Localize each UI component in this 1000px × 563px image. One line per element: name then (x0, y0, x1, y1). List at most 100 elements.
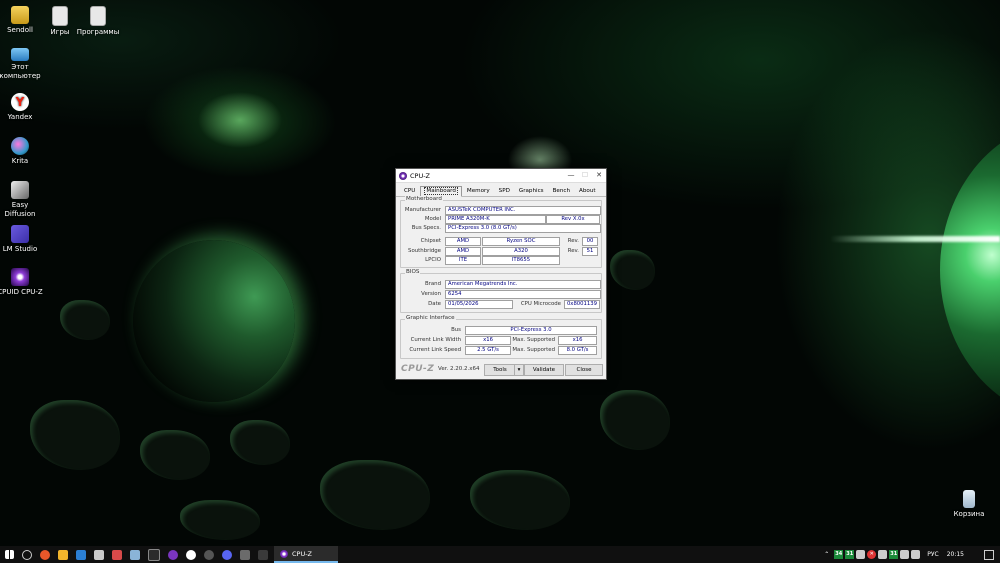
gi-max-speed-value: 8.0 GT/s (558, 346, 597, 355)
tools-button[interactable]: Tools (484, 364, 516, 376)
southbridge-name-value: A320 (482, 247, 560, 256)
manufacturer-label: Manufacturer (404, 207, 441, 213)
tray-temp-indicator[interactable]: 31 (889, 550, 899, 559)
desktop-icon-krita[interactable]: Krita (0, 137, 44, 166)
app-icon[interactable] (130, 549, 140, 560)
minimize-icon[interactable]: — (564, 169, 578, 182)
yandex-icon[interactable] (186, 549, 196, 560)
file-explorer-icon[interactable] (58, 549, 68, 560)
desktop-icon-label: LM Studio (2, 245, 38, 253)
desktop-icon-label: Программы (76, 28, 120, 36)
wallpaper-planet-right (940, 120, 1000, 420)
desktop-icon-easy-diffusion[interactable]: Easy Diffusion (0, 181, 44, 219)
app-icon[interactable] (94, 549, 104, 560)
southbridge-rev-label: Rev. (567, 248, 579, 254)
desktop-icon-yandex[interactable]: Y Yandex (0, 93, 44, 122)
cpuz-window[interactable]: CPU-Z — ☐ ✕ CPU Mainboard Memory SPD Gra… (395, 168, 607, 380)
bios-brand-label: Brand (424, 281, 441, 287)
wallpaper-asteroid (470, 470, 570, 530)
network-icon[interactable] (900, 550, 910, 559)
tray-overflow-icon[interactable]: ⌃ (824, 551, 829, 558)
language-indicator[interactable]: РУС (927, 551, 938, 558)
wallpaper-asteroid (320, 460, 430, 530)
app-icon[interactable] (112, 549, 122, 560)
tray-temp-indicator[interactable]: 34 (834, 550, 844, 559)
tab-spd[interactable]: SPD (495, 186, 514, 197)
cpuz-titlebar[interactable]: CPU-Z — ☐ ✕ (396, 169, 606, 183)
bios-date-value: 01/05/2026 (445, 300, 513, 309)
cpu-microcode-value: 0x8001139 (564, 300, 600, 309)
gi-bus-label: Bus (451, 327, 461, 333)
tray-app-icon[interactable] (856, 550, 866, 559)
desktop-icon-label: CPUID CPU-Z (0, 288, 43, 296)
model-value: PRIME A320M-K (445, 215, 546, 224)
bus-specs-value: PCI-Express 3.0 (8.0 GT/s) (445, 224, 601, 233)
file-shortcut-icon (52, 6, 68, 26)
maximize-icon[interactable]: ☐ (578, 169, 592, 182)
wallpaper-asteroid (600, 390, 670, 450)
cpuz-footer: CPU-Z Ver. 2.20.2.x64 Tools ▾ Validate C… (396, 363, 606, 377)
desktop-icon-recycle-bin[interactable]: Корзина (945, 490, 993, 519)
gi-link-width-label: Current Link Width (410, 337, 461, 343)
cpu-microcode-label: CPU Microcode (520, 301, 561, 307)
gi-link-speed-label: Current Link Speed (409, 347, 461, 353)
gi-max-width-label: Max. Supported (512, 337, 555, 343)
graphic-interface-group: Graphic Interface Bus PCI-Express 3.0 Cu… (400, 315, 602, 359)
bios-version-value: 6254 (445, 290, 601, 299)
gi-max-width-value: x16 (558, 336, 597, 345)
app-icon[interactable] (76, 549, 86, 560)
taskbar-task-cpuz[interactable]: CPU-Z (274, 546, 338, 563)
tab-memory[interactable]: Memory (463, 186, 494, 197)
wallpaper-asteroid (60, 300, 110, 340)
lpcio-vendor-value: ITE (445, 256, 481, 265)
bios-group: BIOS Brand American Megatrends Inc. Vers… (400, 269, 602, 313)
validate-button[interactable]: Validate (524, 364, 564, 376)
bios-brand-value: American Megatrends Inc. (445, 280, 601, 289)
chipset-rev-label: Rev. (567, 238, 579, 244)
krita-icon (11, 137, 29, 155)
app-icon[interactable] (148, 548, 160, 561)
tools-dropdown-arrow[interactable]: ▾ (514, 364, 524, 376)
taskbar-task-label: CPU-Z (292, 549, 313, 558)
chipset-vendor-value: AMD (445, 237, 481, 246)
close-icon[interactable]: ✕ (592, 169, 606, 182)
lpcio-name-value: IT8655 (482, 256, 560, 265)
clock[interactable]: 20:15 (947, 551, 964, 558)
chipset-name-value: Ryzen SOC (482, 237, 560, 246)
desktop-icon-label: Yandex (7, 113, 33, 121)
close-button[interactable]: Close (565, 364, 603, 376)
app-icon[interactable] (222, 549, 232, 560)
desktop-icon-this-pc[interactable]: Этот компьютер (0, 48, 44, 81)
app-icon[interactable] (204, 549, 214, 560)
desktop-icon-programs[interactable]: Программы (74, 6, 122, 37)
app-icon[interactable] (240, 549, 250, 560)
tray-temp-indicator[interactable]: 31 (845, 550, 855, 559)
tab-bar: CPU Mainboard Memory SPD Graphics Bench … (396, 183, 606, 197)
app-icon[interactable] (168, 549, 178, 560)
cpuz-icon (11, 268, 29, 286)
tab-graphics[interactable]: Graphics (515, 186, 548, 197)
southbridge-vendor-value: AMD (445, 247, 481, 256)
tray-app-icon[interactable] (878, 550, 888, 559)
tab-bench[interactable]: Bench (549, 186, 574, 197)
app-icon[interactable] (40, 549, 50, 560)
tab-about[interactable]: About (575, 186, 600, 197)
wallpaper-light-flare (830, 236, 1000, 242)
wallpaper-asteroid (180, 500, 260, 540)
search-icon[interactable] (22, 549, 32, 560)
desktop-icon-label: Krita (11, 157, 29, 165)
volume-icon[interactable] (911, 550, 921, 559)
app-icon[interactable] (258, 549, 268, 560)
notification-icon[interactable] (984, 549, 994, 560)
desktop-icon-lm-studio[interactable]: LM Studio (0, 225, 44, 254)
wallpaper-asteroid (230, 420, 290, 465)
group-title: Motherboard (405, 196, 443, 202)
desktop-icon-cpuz[interactable]: CPUID CPU-Z (0, 268, 44, 297)
system-tray: ⌃ 34 31 ✕ 31 РУС 20:15 (824, 546, 1000, 563)
version-text: Ver. 2.20.2.x64 (438, 366, 480, 372)
tray-status-icon[interactable]: ✕ (867, 550, 877, 559)
windows-start-icon[interactable] (5, 550, 14, 559)
window-title: CPU-Z (410, 171, 431, 180)
model-label: Model (424, 216, 441, 222)
wallpaper-asteroid (610, 250, 655, 290)
